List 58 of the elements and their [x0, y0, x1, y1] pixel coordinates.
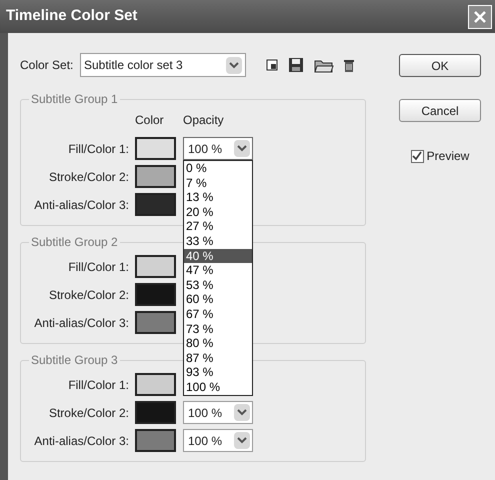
- dropdown-option[interactable]: 80 %: [184, 336, 252, 351]
- column-header: Opacity: [183, 112, 224, 129]
- color-set-label: Color Set:: [20, 57, 74, 74]
- color-swatch[interactable]: [135, 193, 176, 216]
- color-swatch[interactable]: [135, 311, 176, 334]
- dropdown-option[interactable]: 40 %: [184, 248, 252, 264]
- cancel-button[interactable]: Cancel: [399, 99, 481, 122]
- color-swatch[interactable]: [135, 429, 176, 452]
- dropdown-option[interactable]: 0 %: [184, 161, 252, 176]
- close-icon: [473, 10, 487, 24]
- close-button[interactable]: [468, 4, 492, 28]
- dropdown-option[interactable]: 27 %: [184, 219, 252, 234]
- row-label: Anti-alias/Color 3:: [33, 432, 129, 450]
- dropdown-option[interactable]: 67 %: [184, 306, 252, 322]
- row-label: Stroke/Color 2:: [48, 168, 129, 186]
- caret-icon: [234, 432, 250, 449]
- color-set-dropdown[interactable]: Subtitle color set 3: [80, 53, 246, 77]
- ok-button[interactable]: OK: [399, 54, 481, 77]
- window-title: Timeline Color Set: [6, 6, 138, 26]
- opacity-dropdown[interactable]: 100 %: [183, 137, 253, 160]
- group-title: Subtitle Group 2: [29, 235, 120, 249]
- caret-icon: [234, 140, 250, 157]
- color-swatch[interactable]: [135, 401, 176, 424]
- save-icon[interactable]: [288, 57, 304, 73]
- color-swatch[interactable]: [135, 137, 176, 160]
- dropdown-option[interactable]: 7 %: [184, 176, 252, 190]
- column-header: Color: [135, 112, 165, 129]
- row-label: Stroke/Color 2:: [48, 404, 129, 422]
- dropdown-option[interactable]: 60 %: [184, 292, 252, 307]
- row-label: Fill/Color 1:: [67, 140, 129, 158]
- color-swatch[interactable]: [135, 283, 176, 306]
- dropdown-option[interactable]: 100 %: [184, 380, 252, 394]
- opacity-dropdown[interactable]: 100 %: [183, 429, 253, 452]
- group-title: Subtitle Group 3: [29, 353, 120, 367]
- row-label: Anti-alias/Color 3:: [33, 314, 129, 332]
- new-icon[interactable]: [266, 59, 278, 71]
- dropdown-option[interactable]: 73 %: [184, 322, 252, 336]
- row-label: Anti-alias/Color 3:: [33, 196, 129, 214]
- color-swatch[interactable]: [135, 255, 176, 278]
- row-label: Stroke/Color 2:: [48, 286, 129, 304]
- opacity-dropdown[interactable]: 100 %: [183, 401, 253, 424]
- dropdown-option[interactable]: 87 %: [184, 350, 252, 366]
- preview-label: Preview: [426, 148, 470, 165]
- row-label: Fill/Color 1:: [67, 376, 129, 394]
- dropdown-option[interactable]: 53 %: [184, 278, 252, 292]
- dropdown-option[interactable]: 20 %: [184, 204, 252, 220]
- row-label: Fill/Color 1:: [67, 258, 129, 276]
- caret-icon: [226, 56, 242, 74]
- dropdown-option[interactable]: 47 %: [184, 263, 252, 278]
- preview-checkbox[interactable]: [410, 150, 424, 162]
- trash-icon[interactable]: [344, 58, 354, 72]
- color-swatch[interactable]: [135, 373, 176, 396]
- dropdown-option[interactable]: 13 %: [184, 190, 252, 205]
- dropdown-option[interactable]: 33 %: [184, 234, 252, 249]
- color-swatch[interactable]: [135, 165, 176, 188]
- group-title: Subtitle Group 1: [29, 92, 120, 106]
- caret-icon: [234, 404, 250, 421]
- dropdown-option[interactable]: 93 %: [184, 365, 252, 380]
